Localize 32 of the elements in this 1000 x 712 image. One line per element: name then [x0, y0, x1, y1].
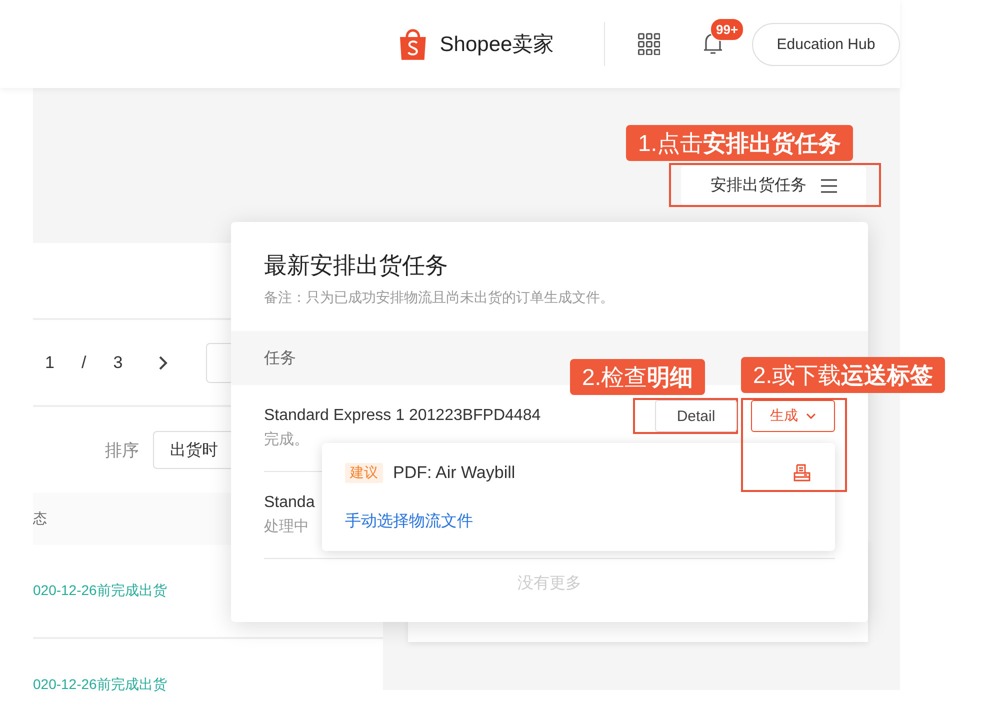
popover-title: 最新安排出货任务 [264, 251, 449, 280]
manual-select-link[interactable]: 手动选择物流文件 [345, 510, 473, 532]
generate-button[interactable]: 生成 [751, 400, 835, 432]
sort-label: 排序 [105, 440, 139, 462]
step-callout: 1.点击安排出货任务 [626, 125, 854, 161]
step-callout: 2.或下载运送标签 [741, 357, 946, 393]
status-cell: 020-12-26前完成出货 [33, 582, 167, 600]
column-header: 任务 [264, 348, 296, 368]
task-status: 处理中 [264, 517, 309, 536]
status-cell: 020-12-26前完成出货 [33, 676, 167, 694]
menu-icon [820, 178, 836, 192]
column-header: 态 [33, 510, 47, 528]
printer-icon[interactable] [793, 464, 811, 482]
chevron-down-icon [806, 413, 816, 419]
detail-button[interactable]: Detail [655, 400, 737, 432]
apps-grid-icon[interactable] [638, 33, 660, 55]
current-page: 1 [45, 352, 54, 372]
task-name: Standard Express 1 201223BFPD4484 [264, 407, 541, 425]
recommended-tag: 建议 [345, 463, 383, 483]
task-name: Standa [264, 494, 315, 512]
notification-badge: 99+ [710, 18, 744, 41]
shopee-bag-icon [398, 27, 428, 61]
total-pages: 3 [113, 352, 123, 372]
step-callout: 2.检查明细 [570, 359, 706, 395]
menu-item[interactable]: PDF: Air Waybill [393, 463, 783, 483]
shipping-task-button[interactable]: 安排出货任务 [681, 166, 866, 205]
next-page-icon[interactable] [158, 354, 168, 370]
logo-text: Shopee卖家 [440, 32, 554, 58]
page-separator: / [81, 352, 86, 372]
task-status: 完成。 [264, 430, 309, 449]
education-hub-button[interactable]: Education Hub [752, 22, 900, 66]
popover-note: 备注：只为已成功安排物流且尚未出货的订单生成文件。 [264, 289, 615, 307]
